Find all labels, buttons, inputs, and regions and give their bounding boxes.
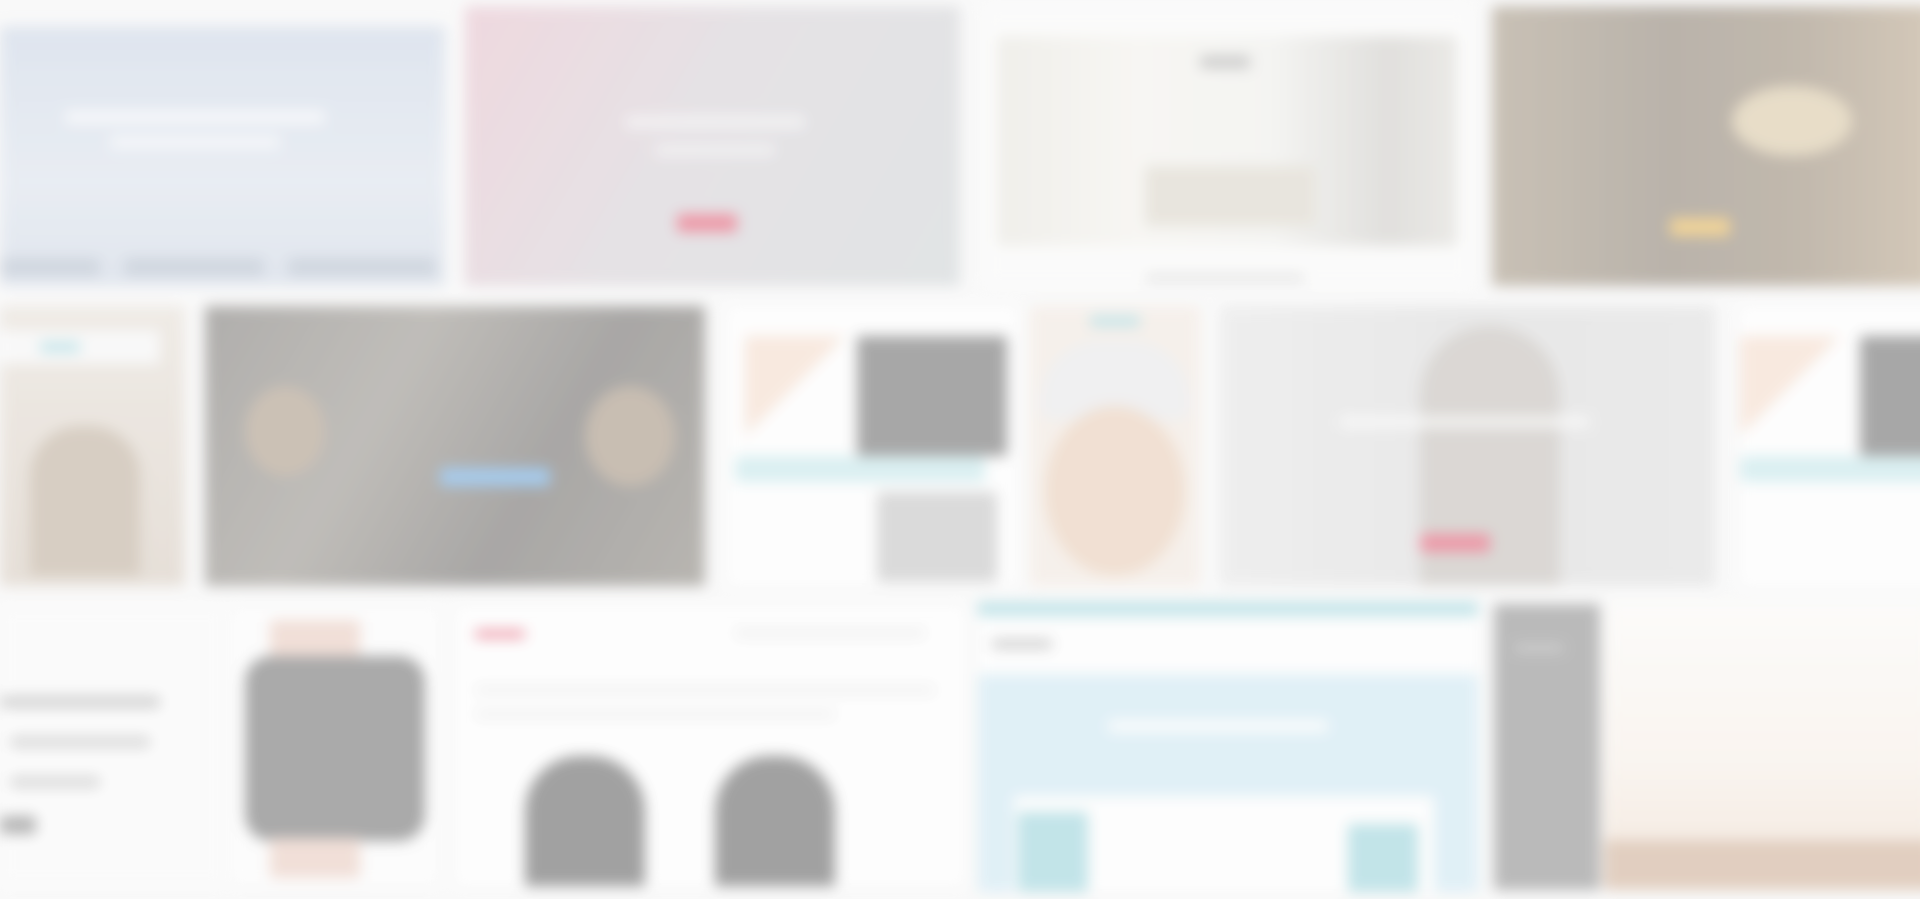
template-gallery-background — [0, 0, 1920, 899]
frosted-overlay — [0, 0, 1920, 899]
